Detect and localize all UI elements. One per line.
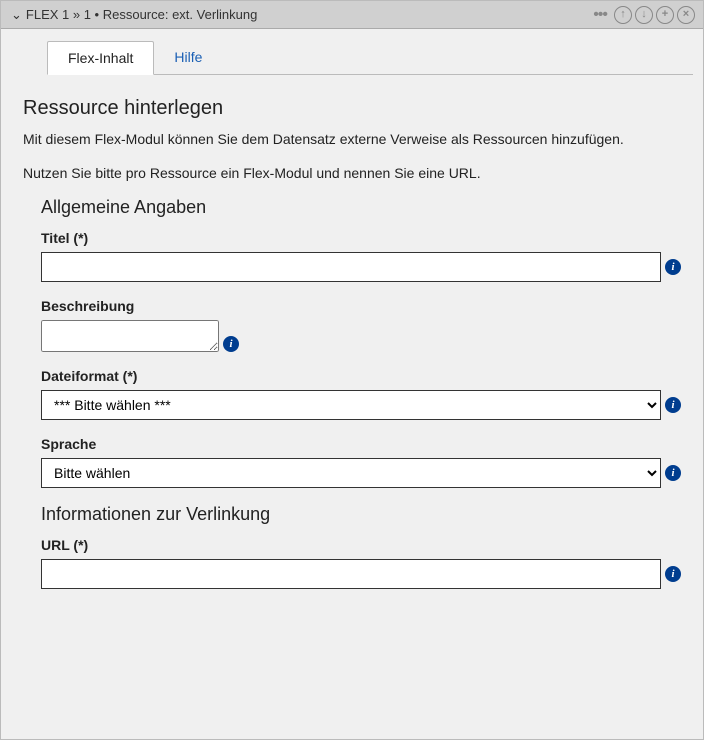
group-verlinkung: Informationen zur Verlinkung — [41, 504, 681, 525]
page-title: Ressource hinterlegen — [23, 97, 681, 120]
move-up-button[interactable]: ↑ — [614, 6, 632, 24]
tab-flex-inhalt[interactable]: Flex-Inhalt — [47, 41, 154, 75]
dateiformat-select[interactable]: *** Bitte wählen *** — [41, 390, 661, 420]
group-allgemeine: Allgemeine Angaben — [41, 197, 681, 218]
dateiformat-label: Dateiformat (*) — [41, 368, 681, 384]
beschreibung-textarea[interactable] — [41, 320, 219, 352]
more-icon[interactable]: ••• — [593, 6, 607, 24]
sprache-select[interactable]: Bitte wählen — [41, 458, 661, 488]
panel-title: FLEX 1 » 1 • Ressource: ext. Verlinkung — [26, 7, 257, 22]
description-2: Nutzen Sie bitte pro Ressource ein Flex-… — [23, 164, 681, 184]
titel-input[interactable] — [41, 252, 661, 282]
titel-label: Titel (*) — [41, 230, 681, 246]
info-icon[interactable]: i — [665, 397, 681, 413]
add-button[interactable]: + — [656, 6, 674, 24]
url-input[interactable] — [41, 559, 661, 589]
chevron-down-icon[interactable]: ⌄ — [11, 7, 22, 23]
tabs: Flex-Inhalt Hilfe — [47, 41, 693, 75]
description-1: Mit diesem Flex-Modul können Sie dem Dat… — [23, 130, 681, 150]
tab-hilfe[interactable]: Hilfe — [154, 41, 222, 74]
info-icon[interactable]: i — [665, 465, 681, 481]
beschreibung-label: Beschreibung — [41, 298, 681, 314]
sprache-label: Sprache — [41, 436, 681, 452]
move-down-button[interactable]: ↓ — [635, 6, 653, 24]
info-icon[interactable]: i — [665, 259, 681, 275]
info-icon[interactable]: i — [665, 566, 681, 582]
info-icon[interactable]: i — [223, 336, 239, 352]
url-label: URL (*) — [41, 537, 681, 553]
close-button[interactable]: × — [677, 6, 695, 24]
panel-header: ⌄ FLEX 1 » 1 • Ressource: ext. Verlinkun… — [1, 1, 703, 29]
